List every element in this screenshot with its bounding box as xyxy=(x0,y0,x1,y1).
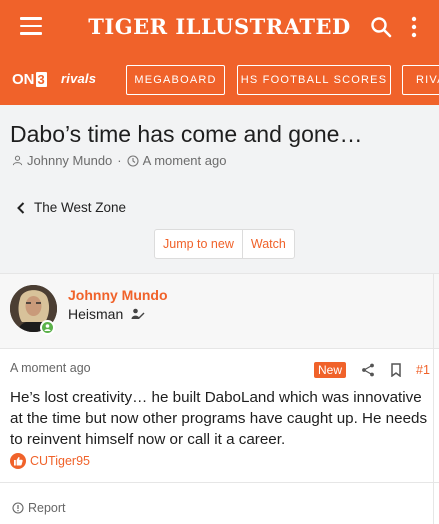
chevron-left-icon xyxy=(17,201,25,214)
post-number-link[interactable]: #1 xyxy=(416,363,430,377)
thread-title: Dabo’s time has come and gone… xyxy=(10,121,363,147)
post-author-rank: Heisman xyxy=(68,306,145,322)
post-time[interactable]: A moment ago xyxy=(10,361,91,375)
online-indicator-icon xyxy=(40,320,55,335)
watch-button[interactable]: Watch xyxy=(241,230,294,258)
on3-logo-text: ON xyxy=(12,70,35,88)
clock-icon xyxy=(127,154,139,167)
divider xyxy=(0,482,439,483)
thread-time[interactable]: A moment ago xyxy=(143,153,227,168)
on3-logo-box: 3 xyxy=(35,71,47,87)
thread-author[interactable]: Johnny Mundo xyxy=(27,153,112,168)
more-vertical-icon[interactable] xyxy=(408,15,420,39)
new-badge: New xyxy=(314,362,347,378)
report-icon xyxy=(12,502,24,514)
report-label: Report xyxy=(28,501,66,515)
thread-meta: Johnny Mundo · A moment ago xyxy=(12,153,226,168)
bookmark-icon[interactable] xyxy=(390,363,402,382)
breadcrumb-label: The West Zone xyxy=(34,200,127,215)
nav-megaboard-button[interactable]: MEGABOARD xyxy=(126,65,225,95)
top-bar: TIGER ILLUSTRATED xyxy=(0,0,439,53)
post-author-name[interactable]: Johnny Mundo xyxy=(68,287,168,303)
report-link[interactable]: Report xyxy=(12,501,66,515)
nav-strip: ON 3 rivals MEGABOARD HS FOOTBALL SCORES … xyxy=(0,53,439,105)
rank-label: Heisman xyxy=(68,306,124,322)
share-icon[interactable] xyxy=(361,363,375,382)
post-author-block: Johnny Mundo Heisman xyxy=(0,273,439,349)
reaction-summary[interactable]: CUTiger95 xyxy=(10,453,90,469)
post: A moment ago New #1 He’s lost creativity… xyxy=(0,349,439,524)
meta-separator: · xyxy=(117,153,122,168)
jump-to-new-button[interactable]: Jump to new xyxy=(155,230,242,258)
nav-rivals-button[interactable]: RIVA xyxy=(402,65,439,95)
post-body: He’s lost creativity… he built DaboLand … xyxy=(10,389,428,448)
on3-logo[interactable]: ON 3 xyxy=(12,70,47,88)
user-edit-icon xyxy=(131,308,145,319)
user-icon xyxy=(12,155,23,166)
search-icon[interactable] xyxy=(369,15,393,39)
reaction-user: CUTiger95 xyxy=(30,454,90,468)
nav-hs-football-scores-button[interactable]: HS FOOTBALL SCORES xyxy=(237,65,391,95)
thread-actions: Jump to new Watch xyxy=(154,229,295,259)
breadcrumb[interactable]: The West Zone xyxy=(17,200,126,215)
like-icon xyxy=(10,453,26,469)
rivals-logo[interactable]: rivals xyxy=(61,71,96,86)
scroll-edge xyxy=(433,273,439,524)
